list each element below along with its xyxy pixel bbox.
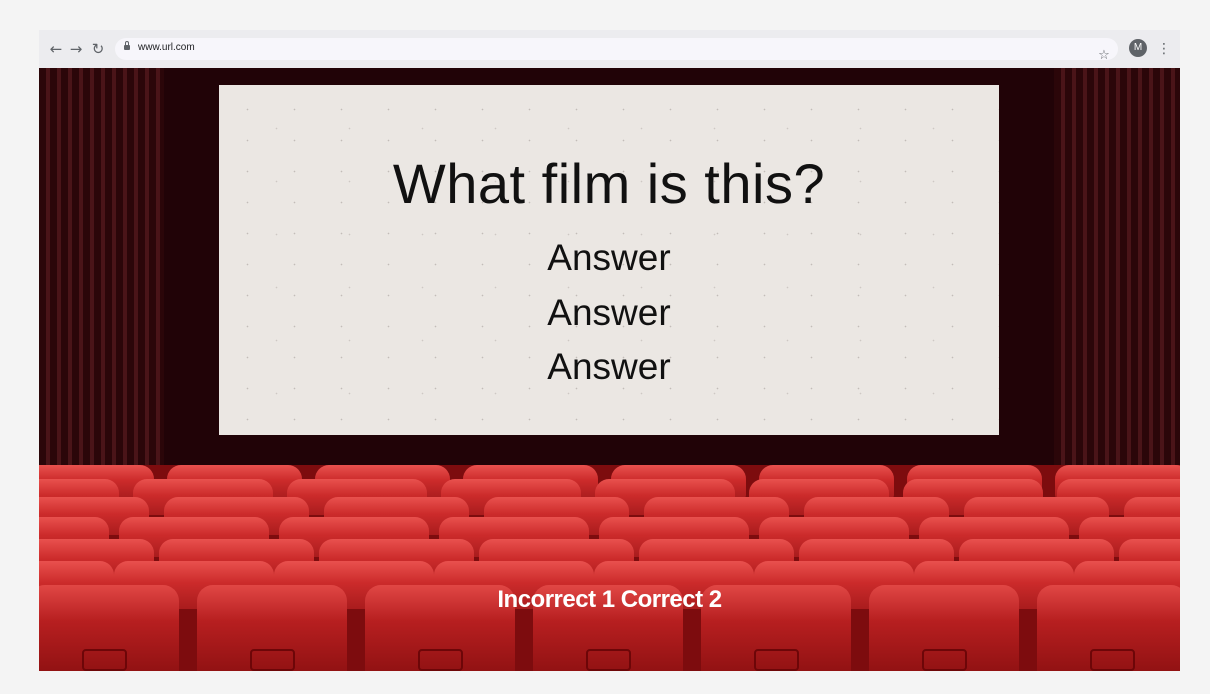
seat-plate (921, 649, 967, 671)
seat-plate (81, 649, 127, 671)
cinema-screen: What film is this? Answer Answer Answer (219, 85, 999, 435)
seat-plate (1089, 649, 1135, 671)
menu-kebab-icon[interactable]: ⋮ (1157, 40, 1171, 58)
theater-seats (39, 465, 1180, 671)
url-text[interactable]: www.url.com (138, 42, 195, 53)
address-bar[interactable]: www.url.com ☆ (115, 38, 1118, 63)
seat-plate (249, 649, 295, 671)
question-title: What film is this? (392, 152, 826, 215)
profile-avatar[interactable]: M (1129, 39, 1147, 57)
forward-arrow-icon[interactable]: → (67, 40, 85, 58)
answer-option-1[interactable]: Answer (219, 237, 999, 279)
answer-option-2[interactable]: Answer (219, 292, 999, 334)
curtain-left (39, 68, 164, 468)
seat-plate (585, 649, 631, 671)
bookmark-star-icon[interactable]: ☆ (1095, 47, 1113, 65)
score-text: Incorrect 1 Correct 2 (497, 586, 722, 613)
lock-icon (124, 41, 130, 50)
seat-plate (753, 649, 799, 671)
browser-window: ← → ↻ www.url.com ☆ M ⋮ What film is thi… (39, 30, 1180, 671)
curtain-right (1054, 68, 1180, 468)
back-arrow-icon[interactable]: ← (47, 40, 65, 58)
reload-icon[interactable]: ↻ (89, 40, 107, 58)
page-viewport: What film is this? Answer Answer Answer … (39, 68, 1180, 671)
answer-option-3[interactable]: Answer (219, 346, 999, 388)
browser-toolbar: ← → ↻ www.url.com ☆ M ⋮ (39, 30, 1180, 69)
seat-plate (417, 649, 463, 671)
